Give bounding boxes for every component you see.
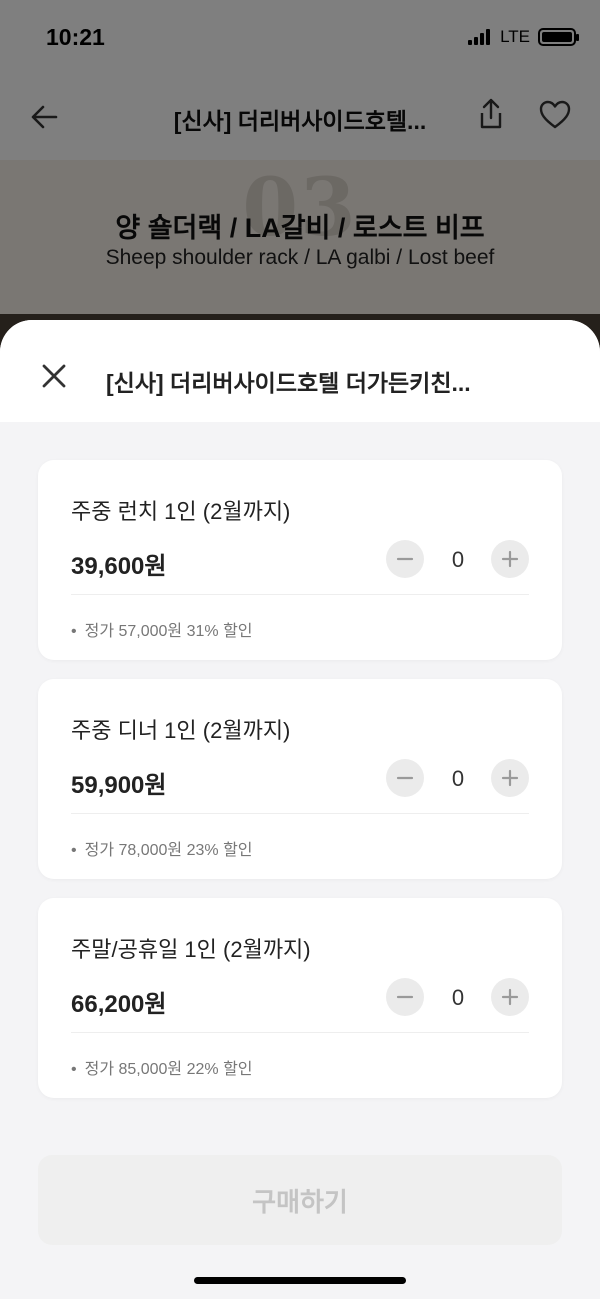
purchase-button[interactable]: 구매하기 — [38, 1155, 562, 1245]
minus-icon — [396, 776, 414, 780]
option-card-weekend-holiday: 주말/공휴일 1인 (2월까지) 66,200원 0 • 정가 85,000원 2… — [38, 898, 562, 1098]
plus-icon — [501, 988, 519, 1006]
plus-icon — [501, 769, 519, 787]
sheet-title: [신사] 더리버사이드호텔 더가든키친... — [106, 370, 471, 396]
option-card-weekday-lunch: 주중 런치 1인 (2월까지) 39,600원 0 • 정가 57,000원 31… — [38, 460, 562, 660]
discount-note: • 정가 78,000원 23% 할인 — [71, 842, 253, 859]
option-name: 주중 런치 1인 (2월까지) — [71, 499, 291, 524]
card-divider — [71, 594, 529, 595]
increase-quantity-button[interactable] — [491, 540, 529, 578]
option-name: 주중 디너 1인 (2월까지) — [71, 718, 291, 743]
option-card-weekday-dinner: 주중 디너 1인 (2월까지) 59,900원 0 • 정가 78,000원 23… — [38, 679, 562, 879]
minus-icon — [396, 995, 414, 999]
option-bottom-sheet: [신사] 더리버사이드호텔 더가든키친... 주중 런치 1인 (2월까지) 3… — [0, 320, 600, 1299]
quantity-value: 0 — [451, 766, 465, 791]
discount-note-text: 정가 78,000원 23% 할인 — [84, 842, 253, 859]
decrease-quantity-button[interactable] — [386, 978, 424, 1016]
quantity-value: 0 — [451, 985, 465, 1010]
option-price: 39,600원 — [71, 553, 167, 580]
discount-note-text: 정가 57,000원 31% 할인 — [84, 623, 253, 640]
increase-quantity-button[interactable] — [491, 759, 529, 797]
quantity-value: 0 — [451, 547, 465, 572]
minus-icon — [396, 557, 414, 561]
decrease-quantity-button[interactable] — [386, 540, 424, 578]
increase-quantity-button[interactable] — [491, 978, 529, 1016]
home-indicator[interactable] — [194, 1277, 406, 1284]
close-icon[interactable] — [38, 360, 70, 392]
discount-note: • 정가 85,000원 22% 할인 — [71, 1061, 253, 1078]
purchase-button-label: 구매하기 — [252, 1186, 348, 1217]
card-divider — [71, 1032, 529, 1033]
option-price: 59,900원 — [71, 772, 167, 799]
discount-note-text: 정가 85,000원 22% 할인 — [84, 1061, 253, 1078]
option-name: 주말/공휴일 1인 (2월까지) — [71, 937, 311, 962]
decrease-quantity-button[interactable] — [386, 759, 424, 797]
option-price: 66,200원 — [71, 991, 167, 1018]
card-divider — [71, 813, 529, 814]
plus-icon — [501, 550, 519, 568]
sheet-header: [신사] 더리버사이드호텔 더가든키친... — [0, 320, 600, 422]
discount-note: • 정가 57,000원 31% 할인 — [71, 623, 253, 640]
